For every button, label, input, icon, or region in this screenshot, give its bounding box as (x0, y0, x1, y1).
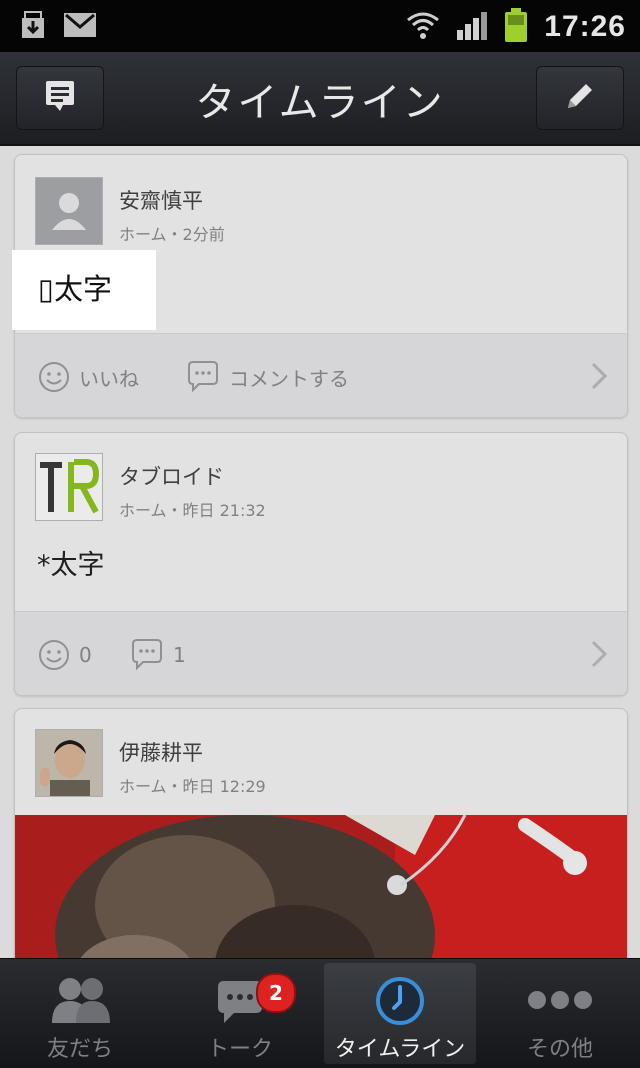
tab-more-label: その他 (526, 1037, 593, 1062)
battery-icon (504, 8, 528, 46)
smile-icon (39, 362, 69, 392)
pencil-icon (562, 78, 598, 118)
comment-icon (132, 639, 162, 671)
tab-friends-label: 友だち (46, 1037, 113, 1062)
post-text-highlight[interactable]: ▯太字 (12, 250, 156, 330)
wifi-icon (406, 10, 440, 44)
post-author[interactable]: 安齋慎平 (119, 185, 203, 215)
timeline-post[interactable]: タブロイド ホーム・昨日 21:32 *太字 0 1 (14, 432, 628, 696)
post-meta: ホーム・昨日 21:32 (119, 501, 266, 520)
post-author[interactable]: 伊藤耕平 (119, 737, 203, 767)
compose-button[interactable] (536, 66, 624, 130)
like-count: 0 (79, 643, 92, 667)
default-user-icon (36, 178, 102, 244)
post-action-bar: 0 1 (15, 611, 627, 695)
like-button[interactable]: いいね (37, 360, 139, 394)
clock-icon (376, 977, 424, 1025)
post-meta: ホーム・2分前 (119, 225, 225, 244)
avatar[interactable] (35, 729, 103, 797)
title-bar: タイムライン (0, 52, 640, 146)
post-action-bar: いいね コメントする (15, 333, 627, 417)
comment-button[interactable]: 1 (129, 638, 186, 672)
timeline-post[interactable]: 伊藤耕平 ホーム・昨日 12:29 (14, 708, 628, 958)
tabloid-logo-icon (36, 454, 102, 520)
friends-icon (52, 978, 110, 1023)
post-meta: ホーム・昨日 12:29 (119, 777, 266, 796)
user-photo-icon (36, 730, 102, 796)
clock-time: 17:26 (544, 10, 626, 43)
bottom-tab-bar: 友だち 2 トーク タイムライン その他 (0, 958, 640, 1068)
tab-friends[interactable]: 友だち (0, 959, 160, 1068)
download-icon (20, 10, 46, 44)
post-text: *太字 (37, 550, 105, 581)
unread-badge: 2 (256, 973, 296, 1013)
tab-timeline[interactable]: タイムライン (324, 963, 476, 1064)
post-author[interactable]: タブロイド (119, 461, 224, 491)
tab-more[interactable]: その他 (480, 959, 640, 1068)
like-button[interactable]: 0 (37, 638, 92, 672)
more-icon (528, 991, 592, 1009)
chevron-right-icon[interactable] (589, 638, 609, 674)
signal-icon (456, 10, 488, 44)
smile-icon (39, 640, 69, 670)
comment-count: 1 (173, 643, 186, 667)
tab-timeline-label: タイムライン (334, 1037, 466, 1062)
tab-talk-label: トーク (206, 1037, 273, 1062)
comment-icon (188, 361, 218, 393)
avatar[interactable] (35, 177, 103, 245)
comment-label: コメントする (229, 366, 349, 391)
tab-talk[interactable]: 2 トーク (160, 959, 320, 1068)
chevron-right-icon[interactable] (589, 360, 609, 396)
post-text: ▯太字 (38, 272, 112, 306)
post-photo[interactable] (15, 814, 627, 958)
like-label: いいね (79, 366, 139, 391)
avatar[interactable] (35, 453, 103, 521)
status-bar: 17:26 (0, 0, 640, 52)
gmail-icon (64, 13, 96, 41)
comment-button[interactable]: コメントする (185, 360, 349, 394)
